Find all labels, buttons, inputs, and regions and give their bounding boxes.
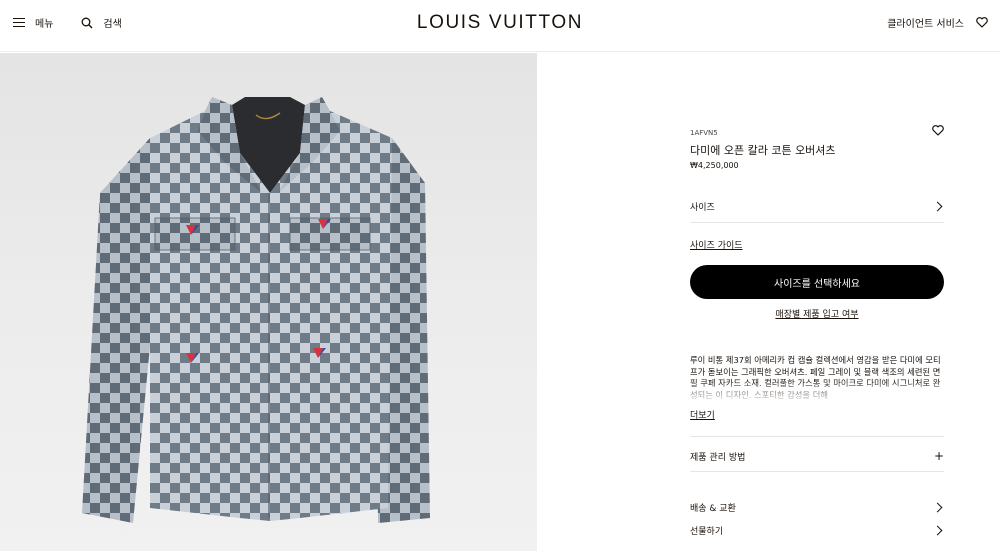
size-selector-row[interactable]: 사이즈 (690, 200, 944, 213)
shipping-row[interactable]: 배송 & 교환 (690, 501, 944, 514)
store-availability-link[interactable]: 매장별 제품 입고 여부 (690, 307, 944, 320)
gift-row[interactable]: 선물하기 (690, 524, 944, 537)
shipping-label: 배송 & 교환 (690, 504, 736, 514)
product-title: 다미에 오픈 칼라 코튼 오버셔츠 (690, 144, 836, 157)
product-price: ₩4,250,000 (690, 161, 739, 170)
size-label: 사이즈 (690, 203, 715, 213)
product-image[interactable] (0, 53, 537, 551)
chevron-right-icon (932, 525, 943, 536)
care-row[interactable]: 제품 관리 방법 + (690, 449, 944, 463)
jacket-image (82, 97, 430, 523)
read-more-link[interactable]: 더보기 (690, 408, 715, 421)
product-description: 루이 비통 제37회 아메리카 컵 캡슐 컬렉션에서 영감을 받은 다미에 모티… (690, 355, 941, 400)
client-service-link[interactable]: 클라이언트 서비스 (887, 15, 964, 30)
plus-icon: + (933, 449, 944, 463)
chevron-right-icon (932, 502, 943, 513)
size-guide-link[interactable]: 사이즈 가이드 (690, 238, 743, 251)
heart-icon[interactable] (976, 17, 988, 28)
header-right: 클라이언트 서비스 (887, 15, 988, 30)
site-header: 메뉴 검색 LOUIS VUITTON 클라이언트 서비스 (0, 0, 1000, 52)
divider (690, 471, 944, 472)
divider (690, 222, 944, 223)
divider (690, 436, 944, 437)
chevron-right-icon (932, 201, 943, 212)
select-size-button[interactable]: 사이즈를 선택하세요 (690, 265, 944, 299)
care-label: 제품 관리 방법 (690, 452, 746, 463)
heart-icon[interactable] (932, 125, 944, 136)
gift-label: 선물하기 (690, 527, 724, 537)
product-sku: 1AFVN5 (690, 129, 718, 137)
brand-logo[interactable]: LOUIS VUITTON (0, 12, 1000, 34)
